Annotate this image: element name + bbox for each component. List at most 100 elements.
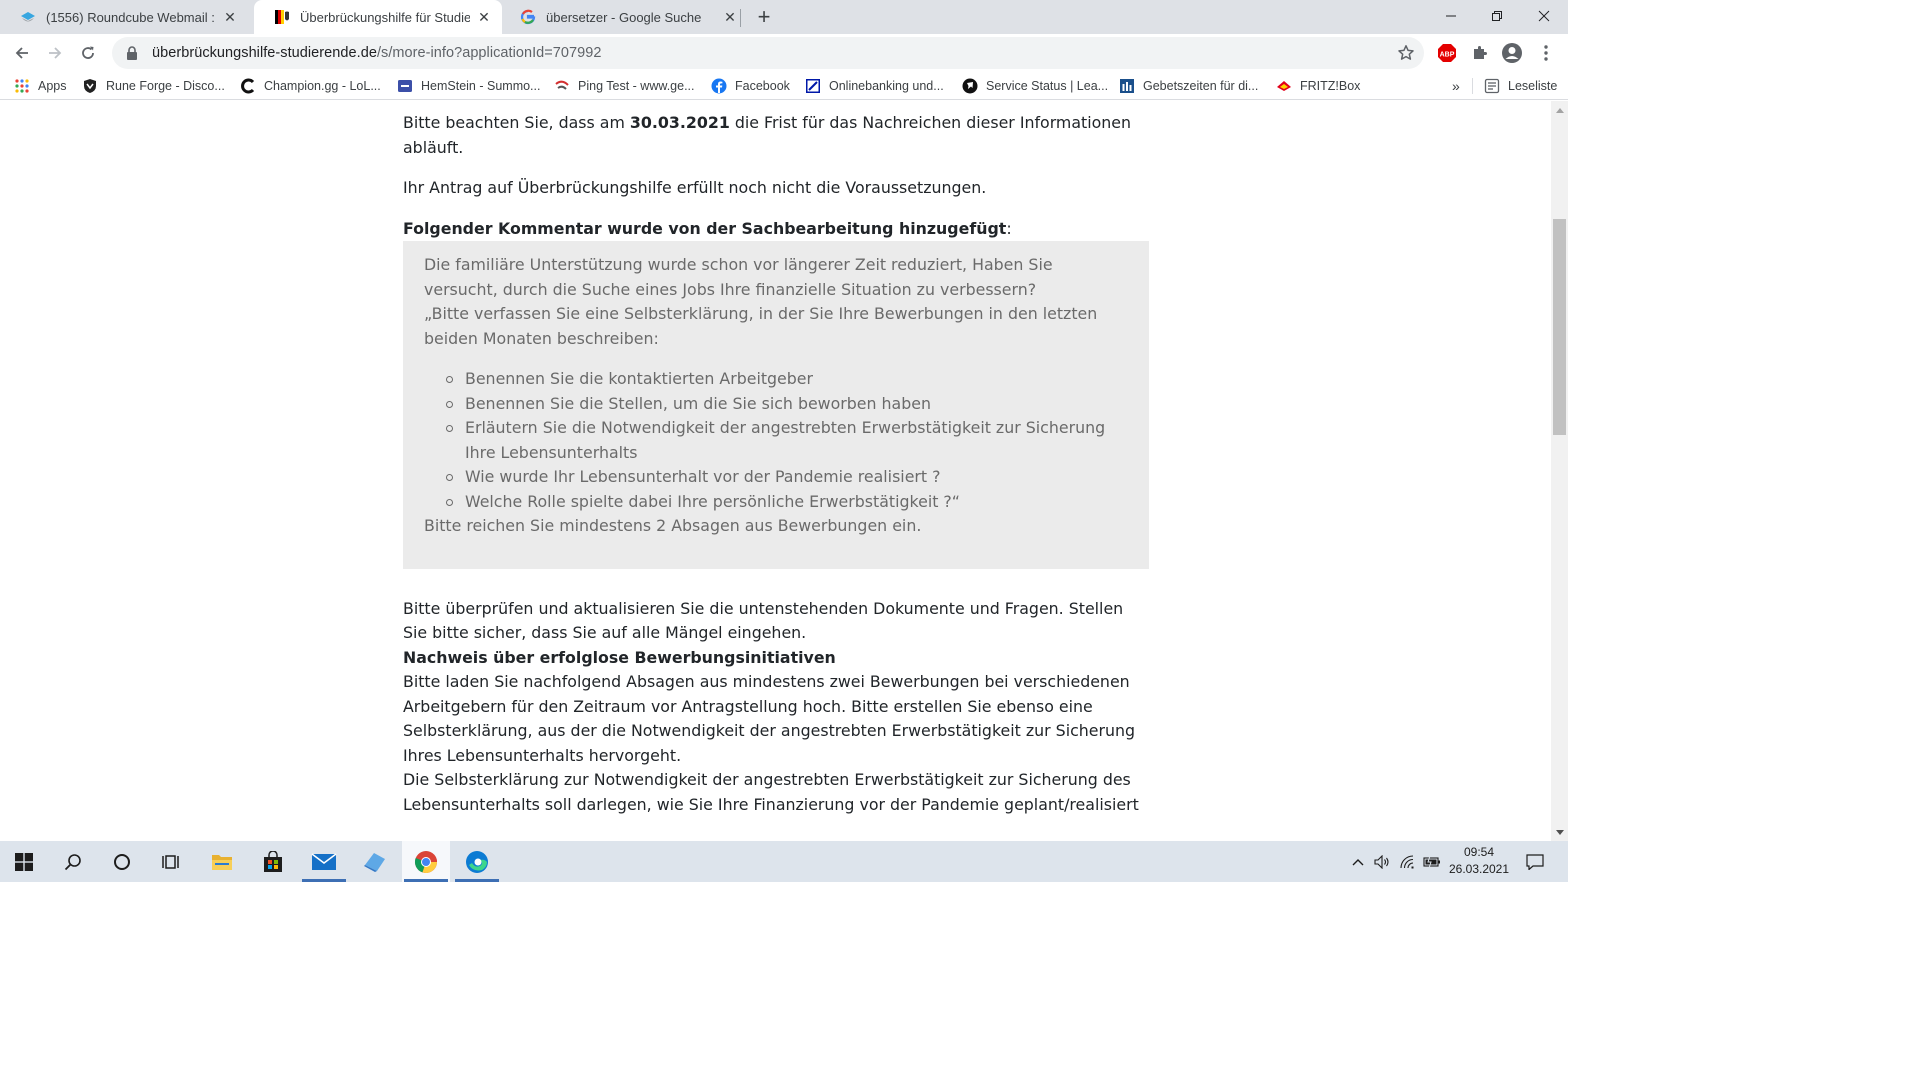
- list-item: Erläutern Sie die Notwendigkeit der ange…: [446, 416, 1129, 465]
- extensions-puzzle-icon[interactable]: [1468, 41, 1492, 65]
- ping-test-icon: [554, 78, 570, 94]
- bookmark-label: Onlinebanking und...: [829, 79, 944, 93]
- bookmark-star-icon[interactable]: [1396, 43, 1416, 63]
- close-window-button[interactable]: [1521, 0, 1567, 32]
- case-worker-comment: Die familiäre Unterstützung wurde schon …: [403, 241, 1149, 569]
- address-bar[interactable]: überbrückungshilfe-studierende.de/s/more…: [112, 37, 1424, 69]
- onedrive-icon[interactable]: [351, 841, 399, 882]
- task-view-icon[interactable]: [147, 841, 195, 882]
- section-description-continued: Die Selbsterklärung zur Notwendigkeit de…: [403, 770, 1139, 814]
- new-tab-button[interactable]: +: [752, 4, 776, 29]
- tab-ueberbrueckungshilfe[interactable]: Überbrückungshilfe für Studierende ✕: [254, 0, 502, 34]
- store-icon[interactable]: [249, 841, 297, 882]
- bookmark-label: Facebook: [735, 79, 790, 93]
- menu-kebab-icon[interactable]: [1534, 41, 1558, 65]
- forward-button[interactable]: [41, 39, 69, 67]
- adblock-plus-icon[interactable]: ABP: [1435, 41, 1459, 65]
- bookmark-hemstein[interactable]: HemStein - Summo...: [397, 77, 540, 95]
- calendar-icon: [1119, 78, 1135, 94]
- close-tab-icon[interactable]: ✕: [722, 9, 738, 25]
- bookmark-ping-test[interactable]: Ping Test - www.ge...: [554, 77, 695, 95]
- page-viewport: Bitte beachten Sie, dass am 30.03.2021 d…: [0, 101, 1551, 841]
- lock-icon[interactable]: [124, 45, 140, 61]
- windows-taskbar: 09:54 26.03.2021: [0, 841, 1568, 882]
- comment-request: „Bitte verfassen Sie eine Selbsterklärun…: [424, 304, 1098, 348]
- list-item: Benennen Sie die kontaktierten Arbeitgeb…: [446, 367, 1129, 392]
- url-path: /s/more-info?applicationId=707992: [376, 45, 602, 61]
- hemstein-icon: [397, 78, 413, 94]
- federal-eagle-icon: [274, 9, 290, 25]
- scroll-down-arrow-icon[interactable]: [1551, 824, 1568, 841]
- chrome-icon[interactable]: [402, 841, 450, 882]
- comment-heading: Folgender Kommentar wurde von der Sachbe…: [403, 217, 1149, 242]
- tab-title: übersetzer - Google Suche: [546, 9, 702, 25]
- file-explorer-icon[interactable]: [198, 841, 246, 882]
- wifi-icon[interactable]: [1398, 841, 1418, 882]
- comment-heading-colon: :: [1006, 218, 1012, 238]
- minimize-button[interactable]: [1428, 0, 1474, 32]
- clock-date: 26.03.2021: [1448, 862, 1510, 876]
- tab-strip: (1556) Roundcube Webmail :: INBOX ✕ Über…: [0, 0, 1568, 34]
- close-tab-icon[interactable]: ✕: [222, 9, 238, 25]
- tab-title: Überbrückungshilfe für Studierende: [300, 9, 470, 25]
- profile-avatar-icon[interactable]: [1500, 41, 1524, 65]
- show-hidden-icons-chevron-icon[interactable]: [1348, 841, 1368, 882]
- bookmark-gebetszeiten[interactable]: Gebetszeiten für di...: [1119, 77, 1258, 95]
- back-button[interactable]: [8, 39, 36, 67]
- search-icon[interactable]: [49, 841, 97, 882]
- deadline-notice: Bitte beachten Sie, dass am 30.03.2021 d…: [403, 111, 1149, 160]
- reading-list-button[interactable]: Leseliste: [1484, 77, 1557, 95]
- bookmark-label: Gebetszeiten für di...: [1143, 79, 1259, 93]
- url-text: überbrückungshilfe-studierende.de/s/more…: [152, 45, 601, 61]
- close-tab-icon[interactable]: ✕: [476, 9, 492, 25]
- facebook-icon: [711, 78, 727, 94]
- fritzbox-icon: [1276, 78, 1292, 94]
- bookmark-divider: [1472, 78, 1473, 94]
- volume-icon[interactable]: [1372, 841, 1392, 882]
- bookmark-label: Ping Test - www.ge...: [578, 79, 695, 93]
- tab-google[interactable]: übersetzer - Google Suche ✕: [500, 0, 748, 34]
- section-heading: Nachweis über erfolglose Bewerbungsiniti…: [403, 647, 836, 667]
- bookmark-label: FRITZ!Box: [1300, 79, 1361, 93]
- bookmark-service-status[interactable]: Service Status | Lea...: [962, 77, 1108, 95]
- back-arrow-icon: [15, 47, 28, 59]
- google-g-icon: [520, 9, 536, 25]
- reload-icon: [82, 46, 94, 59]
- page-scrollbar[interactable]: [1551, 101, 1568, 841]
- tab-roundcube[interactable]: (1556) Roundcube Webmail :: INBOX ✕: [0, 0, 248, 34]
- tab-title: (1556) Roundcube Webmail :: INBOX: [46, 9, 216, 25]
- bank-icon: [805, 78, 821, 94]
- clock-time: 09:54: [1463, 845, 1495, 859]
- restore-button[interactable]: [1474, 0, 1520, 32]
- list-item: Benennen Sie die Stellen, um die Sie sic…: [446, 392, 1129, 417]
- section-description: Bitte laden Sie nachfolgend Absagen aus …: [403, 672, 1136, 765]
- bookmark-label: Service Status | Lea...: [986, 79, 1109, 93]
- mail-icon[interactable]: [300, 841, 348, 882]
- edge-icon[interactable]: [453, 841, 501, 882]
- bookmark-label: Apps: [38, 79, 67, 93]
- deadline-date: 30.03.2021: [629, 113, 730, 132]
- bookmark-apps[interactable]: Apps: [14, 77, 67, 95]
- apps-grid-icon: [14, 78, 30, 94]
- bookmarks-overflow-button[interactable]: »: [1452, 77, 1460, 95]
- notification-center-icon[interactable]: [1522, 841, 1548, 882]
- bookmark-onlinebanking[interactable]: Onlinebanking und...: [805, 77, 944, 95]
- reading-list-icon: [1484, 78, 1500, 94]
- system-clock[interactable]: 09:54 26.03.2021: [1440, 844, 1518, 878]
- bookmark-champion-gg[interactable]: Champion.gg - LoL...: [240, 77, 381, 95]
- scrollbar-thumb[interactable]: [1553, 219, 1566, 435]
- windows-start-icon[interactable]: [0, 841, 48, 882]
- bookmark-facebook[interactable]: Facebook: [711, 77, 790, 95]
- more-info-content: Bitte beachten Sie, dass am 30.03.2021 d…: [403, 111, 1149, 817]
- bookmark-rune-forge[interactable]: Rune Forge - Disco...: [82, 77, 225, 95]
- list-item: Welche Rolle spielte dabei Ihre persönli…: [446, 490, 1129, 515]
- bookmark-fritzbox[interactable]: FRITZ!Box: [1276, 77, 1360, 95]
- scroll-up-arrow-icon[interactable]: [1551, 101, 1568, 118]
- bookmark-label: Rune Forge - Disco...: [106, 79, 225, 93]
- abp-label: ABP: [1440, 52, 1455, 59]
- roundcube-icon: [20, 9, 36, 25]
- deadline-text-start: Bitte beachten Sie, dass am: [403, 113, 630, 132]
- forward-arrow-icon: [49, 47, 62, 59]
- cortana-icon[interactable]: [98, 841, 146, 882]
- reload-button[interactable]: [74, 39, 102, 67]
